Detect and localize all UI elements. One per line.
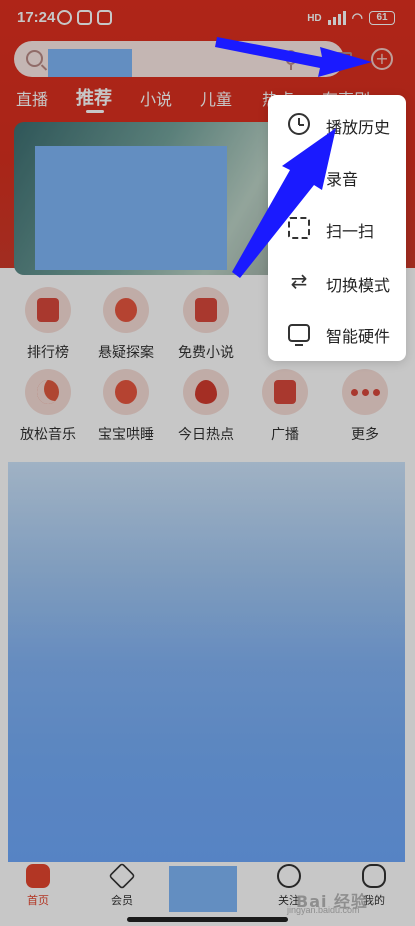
annotation-arrow-to-play-history xyxy=(232,128,336,278)
app-screen: 17:24 HD ◠ 61 + 直播 推荐 小说 儿童 热点 有声剧 xyxy=(0,0,415,926)
annotation-arrows xyxy=(215,37,372,278)
annotation-arrow-to-add-button xyxy=(215,37,372,77)
